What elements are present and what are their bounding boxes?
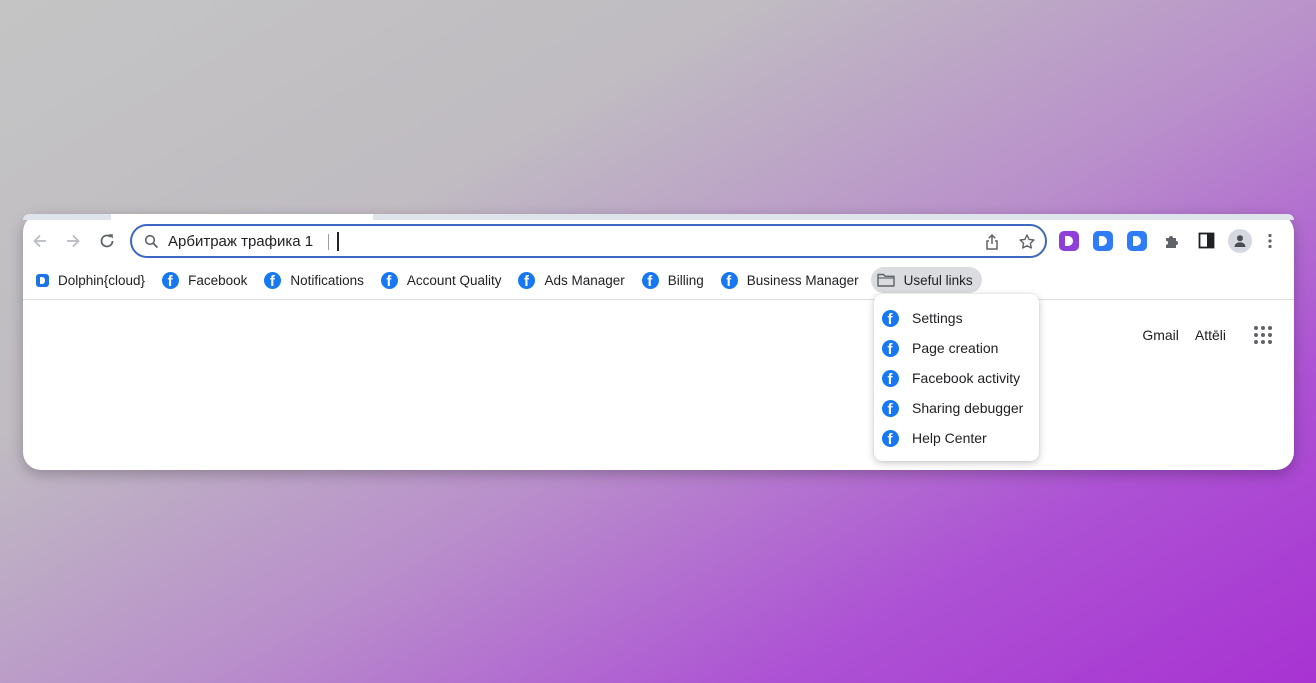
dolphin-cloud-blue-icon[interactable] (1127, 231, 1147, 251)
dropdown-item-sharing-debugger[interactable]: Sharing debugger (874, 393, 1039, 423)
facebook-icon (162, 271, 180, 289)
forward-button[interactable] (60, 228, 86, 254)
search-icon (144, 234, 159, 249)
back-button[interactable] (27, 228, 53, 254)
dropdown-item-page-creation[interactable]: Page creation (874, 333, 1039, 363)
arrow-left-icon (33, 234, 46, 248)
facebook-icon (380, 271, 398, 289)
useful-links-dropdown: Settings Page creation Facebook activity… (874, 294, 1039, 461)
facebook-icon (882, 309, 899, 327)
puzzle-extensions-icon[interactable] (1163, 232, 1181, 250)
dropdown-item-facebook-activity[interactable]: Facebook activity (874, 363, 1039, 393)
browser-window: Арбитраж трафика 1 Dolphin{cloud} F (23, 214, 1294, 470)
dolphin-icon (36, 273, 49, 287)
address-bar[interactable]: Арбитраж трафика 1 (130, 224, 1047, 258)
reload-button[interactable] (94, 228, 120, 254)
bookmarks-bar: Dolphin{cloud} Facebook Notifications Ac… (23, 264, 1294, 296)
facebook-icon (882, 339, 899, 357)
reload-icon (100, 234, 114, 248)
side-panel-icon[interactable] (1198, 232, 1215, 249)
dolphin-anty-purple-icon[interactable] (1059, 231, 1079, 251)
facebook-icon (882, 399, 899, 417)
bookmark-business-manager[interactable]: Business Manager (718, 267, 867, 293)
images-link[interactable]: Attēli (1195, 327, 1226, 343)
facebook-icon (720, 271, 738, 289)
bookmark-star-icon[interactable] (1018, 233, 1036, 251)
arrow-right-icon (67, 234, 80, 248)
share-icon[interactable] (984, 233, 1000, 251)
gmail-link[interactable]: Gmail (1142, 327, 1179, 343)
dropdown-item-settings[interactable]: Settings (874, 303, 1039, 333)
facebook-icon (882, 429, 899, 447)
more-vertical-icon[interactable] (1267, 233, 1273, 249)
bookmark-account-quality[interactable]: Account Quality (378, 267, 510, 293)
person-icon (1234, 235, 1246, 247)
facebook-icon (882, 369, 899, 387)
profile-avatar[interactable] (1228, 229, 1252, 253)
facebook-icon (641, 271, 659, 289)
bookmark-dolphin-cloud[interactable]: Dolphin{cloud} (31, 267, 153, 293)
dolphin-anty-blue-icon[interactable] (1093, 231, 1113, 251)
bookmark-ads-manager[interactable]: Ads Manager (515, 267, 632, 293)
bookmark-folder-useful-links[interactable]: Useful links (870, 267, 982, 293)
text-caret (337, 232, 339, 251)
facebook-icon (264, 271, 282, 289)
bookmark-notifications[interactable]: Notifications (261, 267, 372, 293)
query-separator (328, 234, 329, 250)
apps-grid-icon[interactable] (1254, 326, 1272, 344)
bookmark-billing[interactable]: Billing (639, 267, 712, 293)
address-query-text: Арбитраж трафика 1 (168, 233, 314, 250)
google-header-links: Gmail Attēli (1142, 326, 1272, 344)
dropdown-item-help-center[interactable]: Help Center (874, 423, 1039, 453)
toolbar: Арбитраж трафика 1 (23, 220, 1294, 264)
bookmark-facebook[interactable]: Facebook (159, 267, 255, 293)
toolbar-divider (23, 299, 1294, 300)
folder-icon (876, 273, 895, 287)
facebook-icon (518, 271, 536, 289)
